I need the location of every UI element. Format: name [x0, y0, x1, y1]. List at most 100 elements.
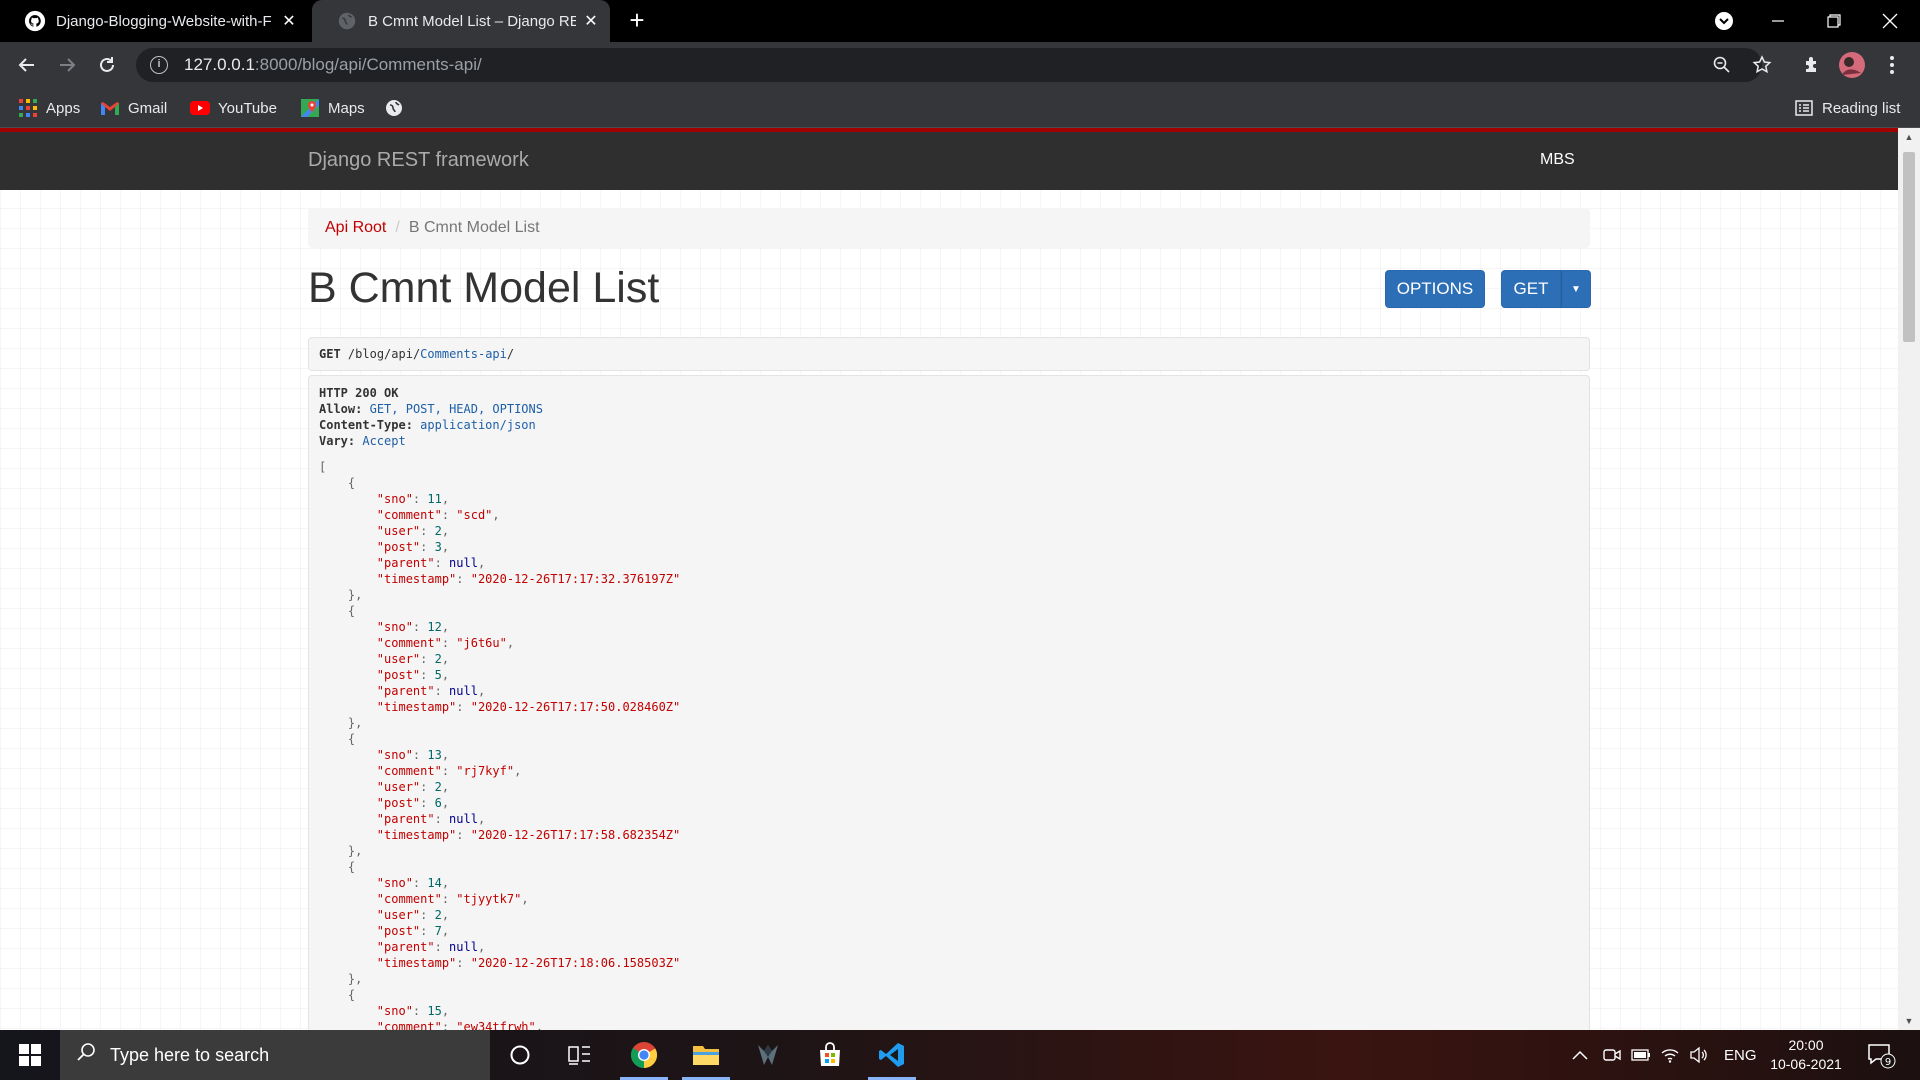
- drf-brand-link[interactable]: Django REST framework: [308, 149, 529, 172]
- json-field-comment: "comment": "ew34tfrwh",: [376, 1020, 543, 1030]
- battery-icon[interactable]: [1631, 1030, 1651, 1080]
- tab-title: Django-Blogging-Website-with-F: [56, 12, 272, 30]
- tab-search-icon[interactable]: [1696, 0, 1752, 42]
- request-path: /blog/api/Comments-api/: [347, 347, 515, 361]
- page-scrollbar[interactable]: ▲ ▼: [1898, 128, 1920, 1030]
- json-field-sno: "sno": 13,: [376, 748, 450, 762]
- youtube-icon: [190, 98, 210, 118]
- task-view-icon[interactable]: [552, 1030, 608, 1080]
- json-field-sno: "sno": 14,: [376, 876, 450, 890]
- url-text: 127.0.0.1:8000/blog/api/Comments-api/: [184, 55, 482, 74]
- forward-arrow-icon[interactable]: [50, 48, 84, 82]
- meet-now-icon[interactable]: [1603, 1030, 1621, 1080]
- json-field-parent: "parent": null,: [376, 684, 486, 698]
- json-object-open: {: [347, 988, 356, 1002]
- tab-github[interactable]: Django-Blogging-Website-with-F ✕: [0, 0, 308, 42]
- scroll-down-icon[interactable]: ▼: [1898, 1012, 1920, 1030]
- json-field-comment: "comment": "j6t6u",: [376, 636, 515, 650]
- json-field-timestamp: "timestamp": "2020-12-26T17:18:06.158503…: [376, 956, 681, 970]
- json-field-parent: "parent": null,: [376, 556, 486, 570]
- reload-icon[interactable]: [90, 48, 124, 82]
- zoom-icon[interactable]: [1706, 48, 1738, 82]
- breadcrumb: Api Root / B Cmnt Model List: [308, 208, 1590, 248]
- microsoft-store-icon[interactable]: [802, 1030, 858, 1080]
- request-info: GET /blog/api/Comments-api/: [308, 337, 1590, 371]
- page-title: B Cmnt Model List: [308, 264, 660, 312]
- address-bar[interactable]: i 127.0.0.1:8000/blog/api/Comments-api/: [136, 48, 1762, 82]
- apps-grid-icon: [18, 98, 38, 118]
- site-info-icon[interactable]: i: [150, 56, 168, 74]
- json-field-sno: "sno": 11,: [376, 492, 450, 506]
- cortana-icon[interactable]: [492, 1030, 548, 1080]
- json-field-user: "user": 2,: [376, 780, 450, 794]
- vscode-icon[interactable]: [864, 1030, 920, 1080]
- profile-avatar[interactable]: [1836, 48, 1868, 82]
- request-method: GET: [319, 347, 341, 361]
- request-path-link[interactable]: Comments-api: [420, 347, 507, 361]
- json-object-close: },: [347, 844, 363, 858]
- format-dropdown-caret-icon[interactable]: ▼: [1561, 270, 1591, 308]
- json-field-comment: "comment": "rj7kyf",: [376, 764, 522, 778]
- notifications-icon[interactable]: 9: [1866, 1030, 1896, 1080]
- json-field-timestamp: "timestamp": "2020-12-26T17:17:32.376197…: [376, 572, 681, 586]
- json-field-post: "post": 5,: [376, 668, 450, 682]
- json-field-user: "user": 2,: [376, 652, 450, 666]
- bookmark-star-icon[interactable]: [1746, 48, 1778, 82]
- scroll-up-icon[interactable]: ▲: [1898, 128, 1920, 146]
- tab-strip: Django-Blogging-Website-with-F ✕ B Cmnt …: [0, 0, 1920, 42]
- response-header: Content-Type: application/json: [319, 418, 536, 432]
- back-arrow-icon[interactable]: [10, 48, 44, 82]
- tab-drf[interactable]: B Cmnt Model List – Django REST ✕: [312, 0, 610, 42]
- volume-icon[interactable]: [1689, 1030, 1709, 1080]
- windows-start-icon[interactable]: [0, 1030, 60, 1080]
- maps-icon: [300, 98, 320, 118]
- bookmark-youtube[interactable]: YouTube: [190, 96, 277, 120]
- extensions-icon[interactable]: [1796, 48, 1828, 82]
- tab-title: B Cmnt Model List – Django REST: [368, 12, 576, 30]
- json-field-timestamp: "timestamp": "2020-12-26T17:17:50.028460…: [376, 700, 681, 714]
- file-explorer-icon[interactable]: [678, 1030, 734, 1080]
- reading-list-button[interactable]: Reading list: [1794, 96, 1900, 120]
- clock-time: 20:00: [1788, 1037, 1824, 1053]
- json-field-parent: "parent": null,: [376, 940, 486, 954]
- wifi-icon[interactable]: [1661, 1030, 1679, 1080]
- minimize-icon[interactable]: [1750, 0, 1806, 42]
- bookmark-label: Gmail: [128, 99, 168, 117]
- json-field-sno: "sno": 15,: [376, 1004, 450, 1018]
- json-object-close: },: [347, 716, 363, 730]
- drf-navbar: Django REST framework MBS: [0, 128, 1898, 190]
- close-tab-icon[interactable]: ✕: [280, 12, 298, 30]
- new-tab-button[interactable]: +: [624, 7, 650, 34]
- restore-icon[interactable]: [1806, 0, 1862, 42]
- bookmark-gmail[interactable]: Gmail: [100, 96, 167, 120]
- bookmark-maps[interactable]: Maps: [300, 96, 365, 120]
- chrome-menu-icon[interactable]: [1876, 48, 1908, 82]
- json-field-sno: "sno": 12,: [376, 620, 450, 634]
- language-indicator[interactable]: ENG: [1724, 1030, 1757, 1080]
- globe-icon: [338, 12, 356, 30]
- reading-list-label: Reading list: [1822, 99, 1901, 117]
- chrome-taskbar-icon[interactable]: [616, 1030, 672, 1080]
- close-tab-icon[interactable]: ✕: [582, 12, 600, 30]
- reading-list-icon: [1794, 98, 1814, 118]
- bookmark-apps[interactable]: Apps: [18, 96, 80, 120]
- json-field-timestamp: "timestamp": "2020-12-26T17:17:58.682354…: [376, 828, 681, 842]
- options-button[interactable]: OPTIONS: [1385, 270, 1485, 308]
- gaming-app-icon[interactable]: [740, 1030, 796, 1080]
- notification-count: 9: [1885, 1057, 1891, 1068]
- taskbar-search-box[interactable]: Type here to search: [60, 1030, 490, 1080]
- breadcrumb-separator: /: [395, 219, 400, 236]
- json-response-body: [ { "sno": 11, "comment": "scd", "user":…: [319, 459, 1579, 1030]
- breadcrumb-api-root[interactable]: Api Root: [325, 219, 386, 237]
- user-menu[interactable]: MBS: [1540, 151, 1575, 169]
- github-icon: [24, 10, 46, 32]
- close-window-icon[interactable]: [1862, 0, 1918, 42]
- bookmark-globe[interactable]: [384, 96, 412, 120]
- json-object-close: },: [347, 588, 363, 602]
- show-hidden-icons-chevron-icon[interactable]: [1572, 1030, 1588, 1080]
- system-clock[interactable]: 20:00 10-06-2021: [1766, 1036, 1846, 1074]
- response-info: HTTP 200 OK Allow: GET, POST, HEAD, OPTI…: [308, 375, 1590, 1030]
- response-header: Vary: Accept: [319, 434, 406, 448]
- get-button[interactable]: GET: [1501, 270, 1561, 308]
- scrollbar-thumb[interactable]: [1903, 152, 1915, 342]
